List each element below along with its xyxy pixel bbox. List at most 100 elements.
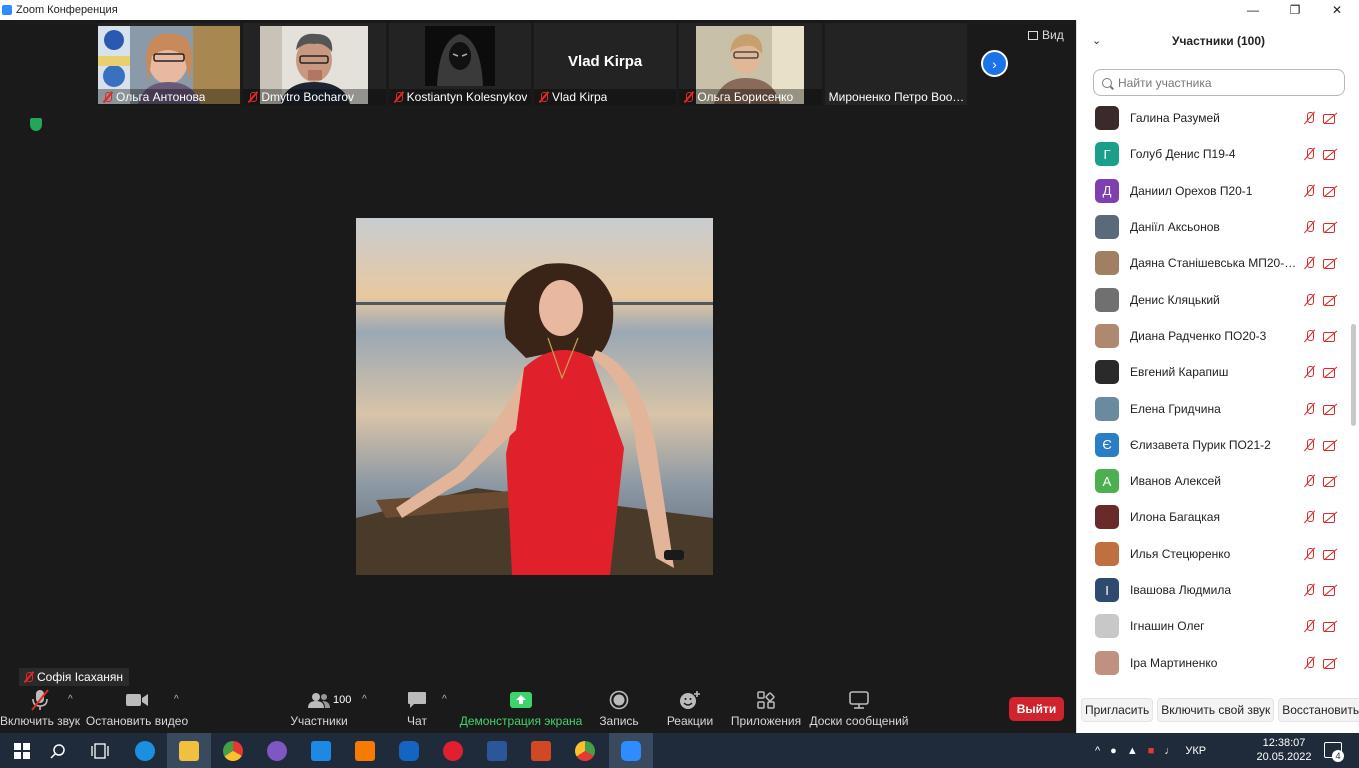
stop-video-button[interactable]: Остановить видео [86,686,188,733]
reactions-button[interactable]: Реакции [666,686,714,733]
video-options-caret-icon[interactable]: ^ [174,694,179,705]
title-bar: Zoom Конференция — ❐ ✕ [0,0,1359,20]
audio-options-caret-icon[interactable]: ^ [68,694,73,705]
invite-button[interactable]: Пригласить [1081,698,1154,722]
muted-mic-icon [247,91,258,103]
participants-options-caret-icon[interactable]: ^ [362,694,367,705]
dropbox-icon[interactable] [299,733,343,768]
search-icon[interactable] [36,733,80,768]
edge-icon[interactable] [123,733,167,768]
restore-status-button[interactable]: Восстановить статус [1278,698,1359,722]
media-player-icon[interactable] [343,733,387,768]
participant-name: Ольга Борисенко [697,90,794,104]
muted-mic-icon [1303,329,1316,343]
participant-name: Денис Кляцький [1130,292,1220,307]
next-page-button[interactable]: › [981,50,1008,77]
opera-icon[interactable] [431,733,475,768]
input-language[interactable]: УКР [1185,745,1206,757]
security-shield-icon[interactable] [30,118,42,131]
video-thumbnail[interactable]: Ольга Антонова [98,23,241,105]
participant-row[interactable]: Диана Радченко ПО20-3 [1077,318,1349,354]
video-off-icon [1323,112,1339,125]
participant-name: Іра Мартиненко [1130,655,1218,670]
reactions-label: Реакции [666,714,714,728]
restore-button[interactable]: ❐ [1275,0,1315,20]
muted-mic-icon [538,91,549,103]
minimize-button[interactable]: — [1233,0,1273,20]
unmute-me-button[interactable]: Включить свой звук [1157,698,1275,722]
view-label: Вид [1042,28,1064,42]
video-thumbnail[interactable]: Ольга Борисенко [679,23,822,105]
participant-row[interactable]: Є Єлизавета Пурик ПО21-2 [1077,427,1349,463]
clock-date: 20.05.2022 [1256,751,1312,763]
system-tray-icons[interactable]: ^ ● ▲ ■ ♩ УКР [1095,733,1206,768]
panel-scrollbar[interactable] [1351,324,1356,426]
participant-name: Kostiantyn Kolesnykov [406,90,528,104]
file-explorer-icon[interactable] [167,733,211,768]
active-speaker-tag: Софія Ісаханян [19,668,130,686]
muted-mic-icon [1303,583,1316,597]
windows-taskbar: ^ ● ▲ ■ ♩ УКР 12:38:07 20.05.2022 4 [0,733,1359,768]
video-off-icon [1323,475,1339,488]
task-view-icon[interactable] [78,733,122,768]
chat-options-caret-icon[interactable]: ^ [442,694,447,705]
participant-row[interactable]: Елена Гридчина [1077,390,1349,426]
word-icon[interactable] [475,733,519,768]
participant-row[interactable]: Илона Багацкая [1077,499,1349,535]
participant-name: Єлизавета Пурик ПО21-2 [1130,437,1271,452]
muted-mic-icon [1303,365,1316,379]
participant-row[interactable]: Галина Разумей [1077,100,1349,136]
participant-name: Даниил Орехов П20-1 [1130,183,1253,198]
chrome-alt-icon[interactable] [563,733,607,768]
zoom-icon[interactable] [609,733,653,768]
participant-name: Евгений Карапиш [1130,365,1229,380]
muted-mic-icon [102,91,113,103]
video-thumbnail[interactable]: Kostiantyn Kolesnykov [388,23,531,105]
record-button[interactable]: Запись [599,686,639,733]
participant-name: Даніїл Аксьонов [1130,220,1220,235]
view-button[interactable]: Вид [1028,28,1064,42]
participant-row[interactable]: Іра Мартиненко [1077,644,1349,680]
share-screen-button[interactable]: Демонстрация экрана [460,686,582,733]
taskbar-clock[interactable]: 12:38:07 20.05.2022 [1253,736,1315,764]
apps-label: Приложения [730,714,802,728]
participant-name: Галина Разумей [1130,111,1220,126]
muted-mic-icon [393,91,404,103]
participant-row[interactable]: Г Голуб Денис П19-4 [1077,136,1349,172]
video-thumbnail[interactable]: Мироненко Петро Воолодимирович [824,23,967,105]
zoom-app-icon [2,5,12,15]
powerpoint-icon[interactable] [519,733,563,768]
network-icon[interactable]: ▲ [1127,745,1138,757]
participant-avatar [1095,323,1119,348]
participant-row[interactable]: Евгений Карапиш [1077,354,1349,390]
skype-icon[interactable] [387,733,431,768]
leave-meeting-button[interactable]: Выйти [1009,697,1064,721]
video-thumbnail[interactable]: Dmytro Bocharov [243,23,386,105]
chrome-icon[interactable] [211,733,255,768]
video-thumbnail[interactable]: Vlad Kirpa Vlad Kirpa [533,23,677,105]
unmute-button[interactable]: Включить звук [0,686,80,733]
participant-row[interactable]: Ігнашин Олег [1077,608,1349,644]
muted-mic-icon [1303,547,1316,561]
participant-row[interactable]: Даніїл Аксьонов [1077,209,1349,245]
participant-row[interactable]: Даяна Станішевська МП20-1 (2 ... [1077,245,1349,281]
share-screen-icon [510,686,532,714]
participant-search[interactable] [1093,69,1345,96]
participant-row[interactable]: А Иванов Алексей [1077,463,1349,499]
participant-row[interactable]: Денис Кляцький [1077,281,1349,317]
whiteboards-button[interactable]: Доски сообщений [809,686,909,733]
participant-row[interactable]: Илья Стецюренко [1077,536,1349,572]
show-hidden-icons-icon[interactable]: ^ [1095,745,1100,757]
participant-row[interactable]: І Івашова Людмила [1077,572,1349,608]
video-off-icon [1323,294,1339,306]
microphone-icon[interactable]: ● [1110,745,1117,757]
chat-button[interactable]: Чат [402,686,432,733]
volume-icon[interactable]: ♩ [1164,745,1175,757]
apps-button[interactable]: Приложения [730,686,802,733]
search-input[interactable] [1118,75,1318,90]
viber-icon[interactable] [255,733,299,768]
antivirus-icon[interactable]: ■ [1148,745,1155,757]
close-button[interactable]: ✕ [1317,0,1357,20]
participant-row[interactable]: Д Даниил Орехов П20-1 [1077,173,1349,209]
participant-name: Илья Стецюренко [1130,546,1231,561]
